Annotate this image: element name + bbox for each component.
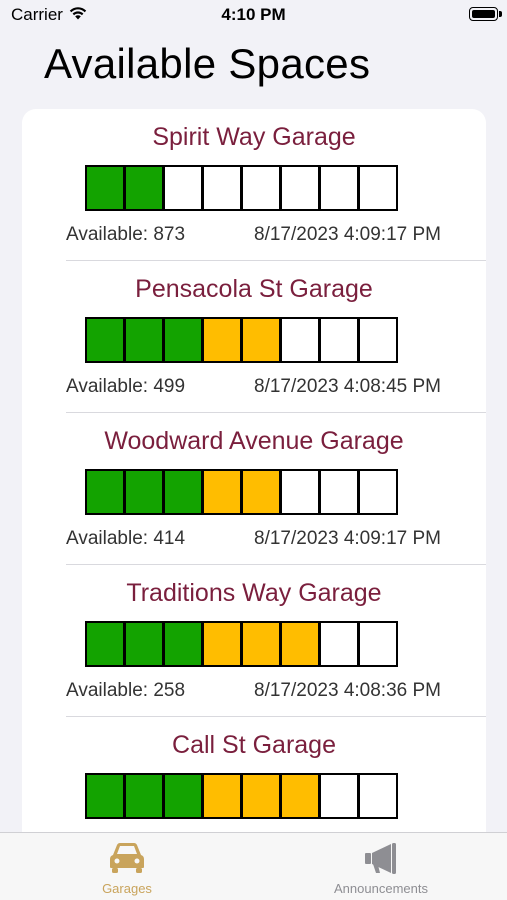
meter-segment-empty <box>201 167 240 209</box>
occupancy-meter <box>85 317 398 363</box>
available-count: Available: 873 <box>66 224 186 245</box>
meter-segment-green <box>87 775 123 817</box>
meter-segment-empty <box>318 319 357 361</box>
occupancy-meter <box>85 621 398 667</box>
tab-label: Announcements <box>334 881 428 896</box>
meter-segment-green <box>123 623 162 665</box>
meter-segment-empty <box>279 471 318 513</box>
garage-row[interactable]: Spirit Way Garage Available: 873 8/17/20… <box>22 109 486 261</box>
meter-segment-green <box>87 319 123 361</box>
meter-segment-green <box>162 471 201 513</box>
meter-segment-empty <box>279 319 318 361</box>
meter-segment-empty <box>318 471 357 513</box>
meter-segment-empty <box>357 471 396 513</box>
megaphone-icon <box>365 843 396 874</box>
meter-segment-yellow <box>279 775 318 817</box>
garage-row[interactable]: Pensacola St Garage Available: 499 8/17/… <box>22 261 486 413</box>
meter-segment-green <box>162 319 201 361</box>
garage-row[interactable]: Traditions Way Garage Available: 258 8/1… <box>22 565 486 717</box>
meter-segment-yellow <box>201 319 240 361</box>
meter-segment-yellow <box>240 623 279 665</box>
meter-segment-empty <box>357 623 396 665</box>
meter-segment-empty <box>162 167 201 209</box>
meter-segment-green <box>123 471 162 513</box>
updated-timestamp: 8/17/2023 4:08:45 PM <box>254 376 441 397</box>
meter-segment-yellow <box>240 775 279 817</box>
meter-segment-green <box>87 471 123 513</box>
meter-segment-yellow <box>201 471 240 513</box>
tab-garages[interactable]: Garages <box>47 833 207 900</box>
meter-segment-empty <box>240 167 279 209</box>
meter-segment-green <box>162 775 201 817</box>
garage-name: Spirit Way Garage <box>152 123 356 151</box>
available-count: Available: 499 <box>66 376 186 397</box>
meter-segment-green <box>87 167 123 209</box>
garage-name: Woodward Avenue Garage <box>104 427 404 455</box>
meter-segment-empty <box>357 319 396 361</box>
meter-segment-yellow <box>279 623 318 665</box>
garage-row[interactable]: Woodward Avenue Garage Available: 414 8/… <box>22 413 486 565</box>
meter-segment-yellow <box>240 471 279 513</box>
updated-timestamp: 8/17/2023 4:09:17 PM <box>254 224 441 245</box>
clock: 4:10 PM <box>221 5 286 24</box>
available-count: Available: 414 <box>66 528 186 549</box>
status-bar: Carrier 4:10 PM <box>0 0 507 32</box>
meter-segment-green <box>87 623 123 665</box>
occupancy-meter <box>85 773 398 819</box>
tab-label: Garages <box>102 881 152 896</box>
meter-segment-green <box>123 167 162 209</box>
meter-segment-green <box>123 319 162 361</box>
page-title: Available Spaces <box>44 40 371 87</box>
meter-segment-empty <box>318 623 357 665</box>
available-count: Available: 258 <box>66 680 186 701</box>
meter-segment-green <box>123 775 162 817</box>
occupancy-meter <box>85 469 398 515</box>
meter-segment-empty <box>279 167 318 209</box>
meter-segment-empty <box>318 167 357 209</box>
car-icon <box>110 843 144 873</box>
garage-list: Spirit Way Garage Available: 873 8/17/20… <box>22 109 486 889</box>
meter-segment-empty <box>357 775 396 817</box>
battery-icon <box>469 7 498 21</box>
meter-segment-green <box>162 623 201 665</box>
garage-name: Pensacola St Garage <box>135 275 373 303</box>
meter-segment-yellow <box>201 623 240 665</box>
meter-segment-empty <box>318 775 357 817</box>
tab-bar: Garages Announcements <box>0 832 507 900</box>
meter-segment-empty <box>357 167 396 209</box>
updated-timestamp: 8/17/2023 4:09:17 PM <box>254 528 441 549</box>
tab-announcements[interactable]: Announcements <box>301 833 461 900</box>
meter-segment-yellow <box>240 319 279 361</box>
garage-name: Traditions Way Garage <box>126 579 382 607</box>
updated-timestamp: 8/17/2023 4:08:36 PM <box>254 680 441 701</box>
meter-segment-yellow <box>201 775 240 817</box>
occupancy-meter <box>85 165 398 211</box>
garage-name: Call St Garage <box>172 731 336 759</box>
